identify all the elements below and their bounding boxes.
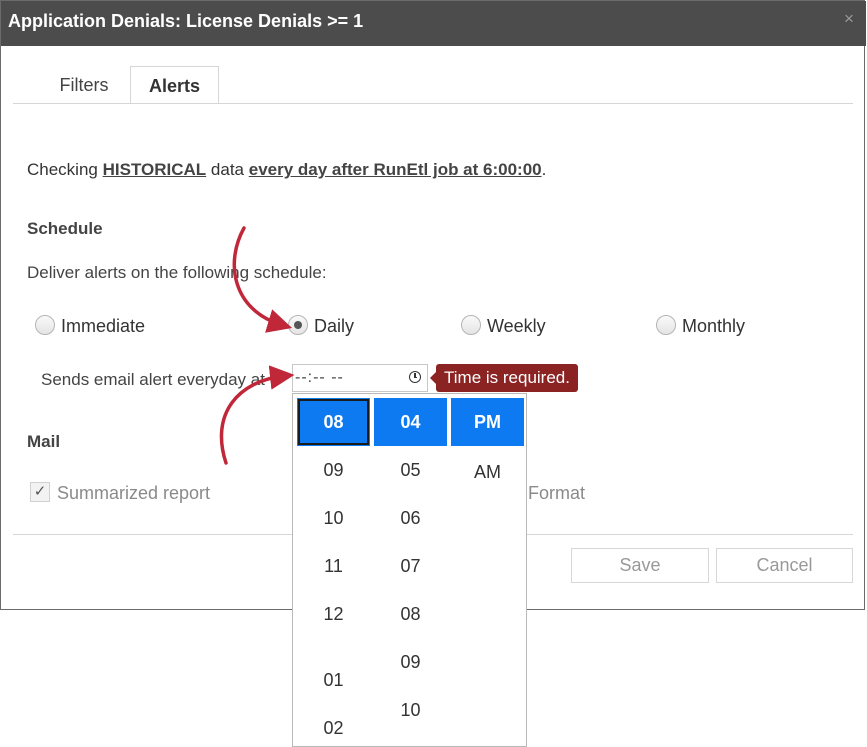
tab-alerts[interactable]: Alerts — [130, 66, 219, 104]
minute-option[interactable]: 10 — [374, 686, 447, 734]
minute-option[interactable]: 07 — [374, 542, 447, 590]
time-picker-dropdown[interactable]: 08 09 10 11 12 01 02 04 05 06 07 08 09 1… — [292, 393, 527, 747]
dialog-title: Application Denials: License Denials >= … — [8, 11, 364, 31]
time-input[interactable]: --:-- -- — [292, 364, 428, 392]
radio-circle[interactable] — [461, 315, 481, 335]
historical-link[interactable]: HISTORICAL — [103, 160, 207, 179]
sends-text: Sends email alert everyday at — [41, 370, 265, 389]
radio-label: Weekly — [487, 316, 546, 336]
radio-label: Daily — [314, 316, 355, 336]
checking-suffix: . — [541, 160, 547, 179]
mail-heading: Mail — [27, 432, 61, 451]
radio-circle[interactable] — [656, 315, 676, 335]
checking-summary: Checking HISTORICAL data every day after… — [27, 160, 546, 180]
tabs-divider — [13, 103, 853, 104]
minute-option[interactable]: 05 — [374, 446, 447, 494]
summarized-report-label: Summarized report — [57, 483, 211, 503]
close-icon[interactable]: × — [840, 10, 858, 28]
deliver-text: Deliver alerts on the following schedule… — [27, 263, 327, 282]
summarized-report-checkbox[interactable]: ✓ — [30, 482, 50, 502]
checking-prefix: Checking — [27, 160, 103, 179]
cancel-button[interactable]: Cancel — [716, 548, 853, 583]
meridiem-option[interactable]: AM — [451, 448, 524, 496]
radio-circle-checked[interactable] — [288, 315, 308, 335]
time-input-value: --:-- -- — [295, 369, 344, 386]
hour-option[interactable]: 11 — [297, 542, 370, 590]
radio-label: Monthly — [682, 316, 746, 336]
checking-middle: data — [206, 160, 249, 179]
schedule-link[interactable]: every day after RunEtl job at 6:00:00 — [249, 160, 542, 179]
hour-option[interactable]: 08 — [297, 398, 370, 446]
hour-option[interactable]: 02 — [297, 704, 370, 746]
time-required-tooltip: Time is required. — [430, 364, 578, 392]
hour-option[interactable]: 09 — [297, 446, 370, 494]
hour-option[interactable]: 01 — [297, 656, 370, 704]
minute-option[interactable]: 08 — [374, 590, 447, 638]
meridiem-option[interactable]: PM — [451, 398, 524, 446]
clock-icon[interactable] — [409, 371, 421, 383]
radio-circle[interactable] — [35, 315, 55, 335]
minute-option[interactable]: 04 — [374, 398, 447, 446]
minute-option[interactable]: 06 — [374, 494, 447, 542]
radio-label: Immediate — [61, 316, 146, 336]
format-label: Format — [528, 483, 586, 503]
hour-option[interactable]: 12 — [297, 590, 370, 638]
schedule-heading: Schedule — [27, 219, 103, 238]
hour-option[interactable]: 10 — [297, 494, 370, 542]
save-button[interactable]: Save — [571, 548, 709, 583]
minute-option[interactable]: 09 — [374, 638, 447, 686]
tab-filters[interactable]: Filters — [41, 66, 127, 104]
dialog-titlebar: Application Denials: License Denials >= … — [1, 1, 866, 46]
